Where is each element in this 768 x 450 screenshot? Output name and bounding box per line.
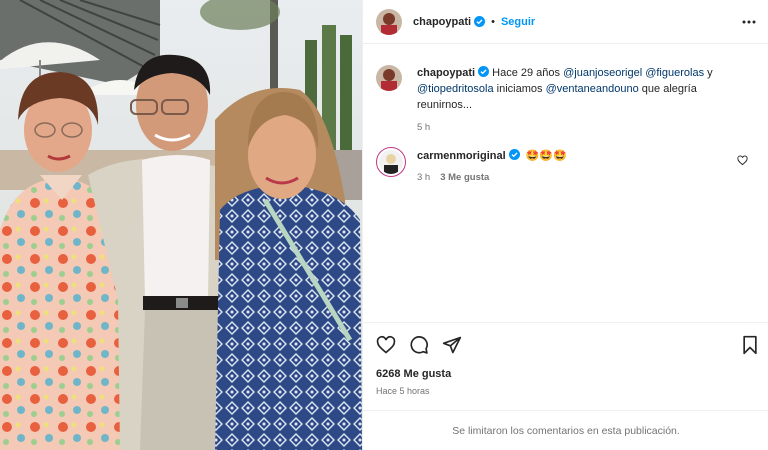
comments-section: chapoypati Hace 29 años @juanjoseorigel …	[363, 44, 768, 322]
comment-body: carmenmoriginal 🤩🤩🤩	[417, 147, 756, 164]
mention-juanjoseorigel[interactable]: @juanjoseorigel	[563, 67, 642, 79]
comment-time[interactable]: 3 h	[417, 172, 430, 183]
post-timestamp[interactable]: Hace 5 horas	[376, 386, 430, 396]
comment-item: carmenmoriginal 🤩🤩🤩 3 h 3 Me gusta	[376, 147, 756, 183]
post-caption: chapoypati Hace 29 años @juanjoseorigel …	[376, 65, 756, 133]
likes-count[interactable]: 6268 Me gusta	[376, 368, 451, 380]
post-photo[interactable]	[0, 0, 362, 450]
caption-text-2: y	[707, 67, 713, 79]
commenter-avatar[interactable]	[376, 147, 406, 177]
post-photo-image	[0, 0, 362, 450]
more-options-icon[interactable]	[741, 14, 757, 30]
comment-meta: 3 h 3 Me gusta	[417, 172, 756, 183]
comment-like-heart-icon[interactable]	[737, 155, 748, 166]
caption-username[interactable]: chapoypati	[417, 67, 475, 79]
post-panel: chapoypati • Seguir chapoypati Hace 29 a…	[362, 0, 768, 450]
like-heart-icon[interactable]	[376, 335, 396, 355]
verified-badge-icon	[478, 66, 490, 77]
comment-bubble-icon[interactable]	[409, 335, 429, 355]
author-username[interactable]: chapoypati	[413, 16, 471, 28]
comments-limited-notice: Se limitaron los comentarios en esta pub…	[363, 410, 768, 450]
caption-time[interactable]: 5 h	[417, 122, 756, 133]
caption-text-1: Hace 29 años	[492, 67, 561, 79]
caption-text: chapoypati Hace 29 años @juanjoseorigel …	[417, 65, 737, 113]
verified-badge-icon	[474, 16, 486, 27]
author-avatar[interactable]	[376, 8, 402, 35]
mention-ventaneandouno[interactable]: @ventaneandouno	[546, 83, 639, 95]
caption-avatar[interactable]	[376, 65, 402, 91]
comment-text: 🤩🤩🤩	[525, 150, 567, 162]
mention-figuerolas[interactable]: @figuerolas	[645, 67, 704, 79]
post-actions: 6268 Me gusta Hace 5 horas	[363, 322, 768, 410]
mention-tiopedritosola[interactable]: @tiopedritosola	[417, 83, 494, 95]
separator-dot: •	[491, 15, 495, 28]
verified-badge-icon	[508, 149, 520, 160]
save-bookmark-icon[interactable]	[740, 335, 760, 355]
caption-text-3: iniciamos	[496, 83, 543, 95]
commenter-username[interactable]: carmenmoriginal	[417, 150, 506, 162]
post-header: chapoypati • Seguir	[363, 0, 768, 44]
share-paper-plane-icon[interactable]	[442, 335, 462, 355]
comment-likes[interactable]: 3 Me gusta	[440, 172, 489, 183]
follow-button[interactable]: Seguir	[501, 16, 535, 28]
